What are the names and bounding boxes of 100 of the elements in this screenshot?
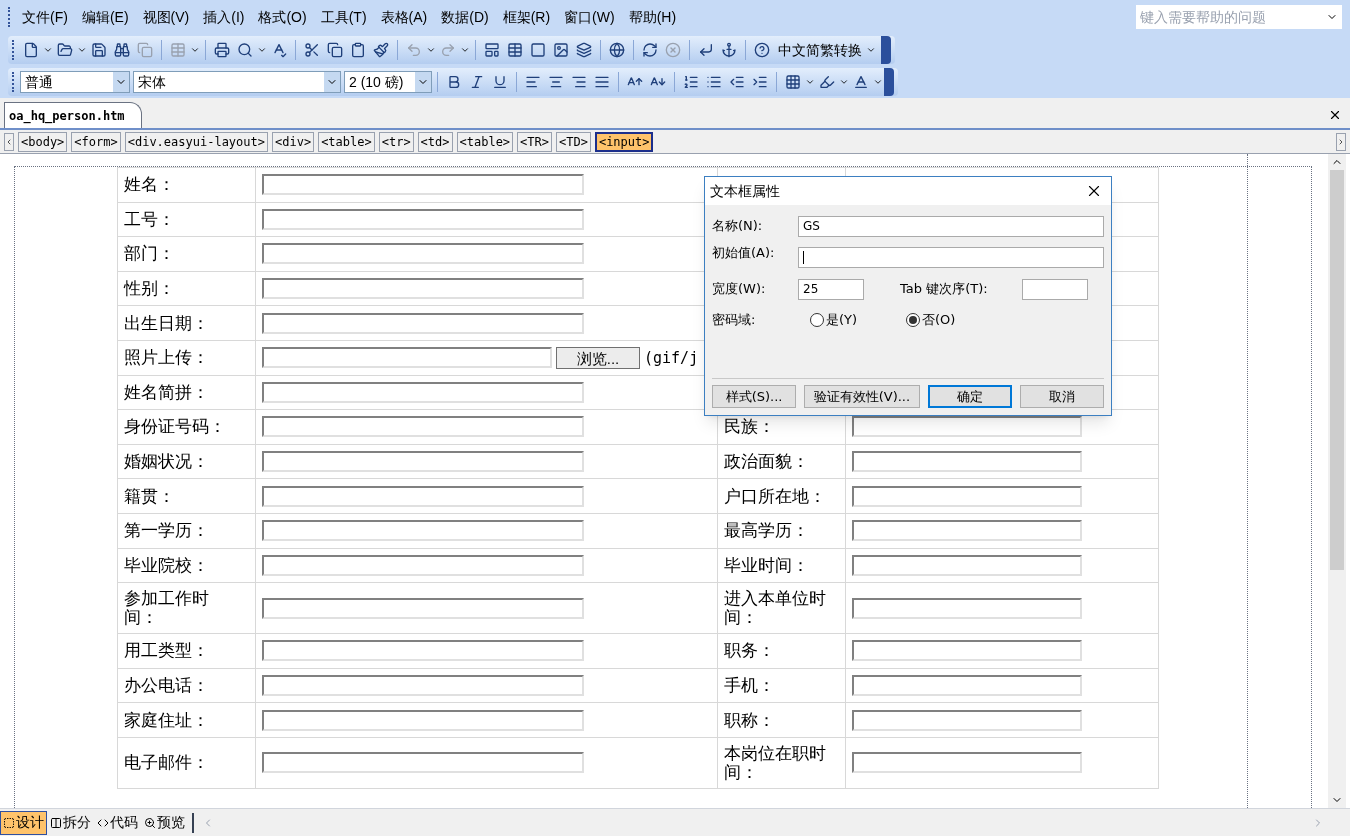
radio-icon[interactable] bbox=[906, 313, 920, 327]
toolbar-options-handle[interactable] bbox=[884, 68, 894, 96]
caret-icon[interactable] bbox=[257, 45, 267, 55]
radio-icon[interactable] bbox=[810, 313, 824, 327]
menu-item[interactable]: 格式(O) bbox=[251, 6, 314, 28]
name-field[interactable]: GS bbox=[798, 215, 1104, 237]
menu-item[interactable]: 工具(T) bbox=[313, 6, 374, 28]
field-label: 部门： bbox=[124, 244, 176, 264]
text-input-field[interactable] bbox=[262, 312, 584, 334]
style-dropdown[interactable]: 普通 bbox=[20, 71, 130, 93]
text-input-field[interactable] bbox=[262, 278, 584, 300]
scroll-left-icon[interactable] bbox=[4, 132, 14, 151]
help-search-field[interactable]: 键入需要帮助的问题 bbox=[1136, 5, 1342, 29]
caret-icon[interactable] bbox=[460, 45, 470, 55]
tag-selector[interactable]: <tr> bbox=[378, 131, 414, 152]
text-input-field[interactable] bbox=[262, 597, 584, 619]
text-input-field[interactable] bbox=[262, 675, 584, 696]
field-label: 密码域: bbox=[712, 311, 757, 330]
field-label: 出生日期： bbox=[124, 313, 210, 333]
tag-selector[interactable]: <TD> bbox=[556, 131, 591, 152]
field-label: 政治面貌： bbox=[724, 452, 809, 472]
text-input-field[interactable] bbox=[852, 554, 1082, 576]
text-input-field[interactable] bbox=[852, 752, 1082, 774]
tag-selector[interactable]: <form> bbox=[71, 131, 121, 152]
text-input-field[interactable] bbox=[262, 174, 584, 196]
text-input-field[interactable] bbox=[852, 709, 1082, 731]
field-label: 参加工作时间： bbox=[124, 588, 210, 630]
tag-selector[interactable]: <TR> bbox=[517, 131, 552, 152]
caret-icon[interactable] bbox=[77, 45, 87, 55]
tab-order-field[interactable] bbox=[1022, 278, 1088, 300]
text-input-field[interactable] bbox=[262, 752, 584, 774]
field-label: 进入本单位时间： bbox=[724, 589, 826, 628]
text-input-field[interactable] bbox=[262, 554, 584, 576]
view-tab[interactable]: 设计 bbox=[0, 810, 47, 835]
tag-selector[interactable]: <div> bbox=[272, 131, 315, 152]
dialog-button[interactable]: 取消 bbox=[1019, 385, 1104, 408]
view-tab[interactable]: 预览 bbox=[141, 810, 188, 835]
tag-selector[interactable]: <td> bbox=[417, 131, 453, 152]
menu-item[interactable]: 帮助(H) bbox=[621, 6, 684, 28]
caret-icon[interactable] bbox=[805, 77, 815, 87]
tag-selector[interactable]: <table> bbox=[318, 131, 375, 152]
text-input-field[interactable] bbox=[852, 520, 1082, 542]
dialog-button[interactable]: 确定 bbox=[927, 385, 1012, 408]
view-icon bbox=[50, 816, 62, 829]
tag-selector[interactable]: <body> bbox=[18, 131, 68, 152]
text-input-field[interactable] bbox=[262, 381, 584, 403]
scroll-right-icon[interactable] bbox=[1336, 132, 1346, 151]
document-tab[interactable]: oa_hq_person.htm bbox=[4, 102, 142, 128]
text-input-field[interactable] bbox=[852, 640, 1082, 662]
initial-value-field[interactable] bbox=[798, 247, 1104, 268]
toolbar-options-handle[interactable] bbox=[881, 36, 891, 64]
text-input-field[interactable] bbox=[262, 520, 584, 542]
scrollbar-thumb[interactable] bbox=[1330, 170, 1344, 570]
browse-button[interactable]: 浏览... bbox=[556, 346, 640, 369]
text-input-field[interactable] bbox=[262, 640, 584, 662]
caret-icon[interactable] bbox=[866, 45, 876, 55]
menu-item[interactable]: 视图(V) bbox=[135, 6, 197, 28]
caret-icon[interactable] bbox=[426, 45, 436, 55]
view-tab[interactable]: 代码 bbox=[94, 810, 141, 835]
caret-icon[interactable] bbox=[190, 45, 200, 55]
text-input-field[interactable] bbox=[852, 416, 1082, 438]
text-input-field[interactable] bbox=[262, 709, 584, 731]
text-input-field[interactable] bbox=[852, 485, 1082, 507]
text-input-field[interactable] bbox=[852, 597, 1082, 619]
text-input-field[interactable] bbox=[852, 675, 1082, 696]
font-dropdown[interactable]: 宋体 bbox=[133, 71, 341, 93]
size-dropdown[interactable]: 2 (10 磅) bbox=[344, 71, 432, 93]
field-label: 最高学历： bbox=[724, 521, 809, 541]
width-field[interactable]: 25 bbox=[798, 278, 864, 300]
tag-selector[interactable]: <div.easyui-layout> bbox=[124, 131, 268, 152]
menu-item[interactable]: 表格(A) bbox=[373, 6, 435, 28]
menu-item[interactable]: 插入(I) bbox=[196, 6, 252, 28]
field-label: 办公电话： bbox=[124, 676, 210, 695]
dialog-button[interactable]: 样式(S)... bbox=[712, 385, 797, 408]
menu-item[interactable]: 数据(D) bbox=[434, 6, 496, 28]
caret-icon[interactable] bbox=[43, 45, 53, 55]
menu-item[interactable]: 编辑(E) bbox=[74, 6, 136, 28]
text-input-field[interactable] bbox=[262, 243, 584, 265]
radio-option[interactable]: 是(Y) bbox=[810, 310, 906, 330]
tag-selector[interactable]: <input> bbox=[594, 131, 654, 152]
tag-selector[interactable]: <table> bbox=[456, 131, 514, 152]
menu-item[interactable]: 框架(R) bbox=[495, 6, 558, 28]
convert-button[interactable]: 中文简繁转换 bbox=[774, 39, 880, 61]
caret-icon[interactable] bbox=[839, 77, 849, 87]
field-label: 姓名： bbox=[124, 175, 176, 195]
text-input-field[interactable] bbox=[262, 451, 584, 473]
file-path-field[interactable] bbox=[262, 347, 552, 369]
view-tab[interactable]: 拆分 bbox=[47, 810, 94, 835]
menu-item[interactable]: 窗口(W) bbox=[557, 6, 622, 28]
caret-icon[interactable] bbox=[873, 77, 883, 87]
menu-item[interactable]: 文件(F) bbox=[15, 6, 75, 28]
radio-option[interactable]: 否(O) bbox=[906, 310, 956, 330]
text-input-field[interactable] bbox=[262, 416, 584, 438]
text-input-field[interactable] bbox=[262, 485, 584, 507]
dialog-button[interactable]: 验证有效性(V)... bbox=[804, 385, 920, 408]
text-input-field[interactable] bbox=[852, 451, 1082, 473]
text-input-field[interactable] bbox=[262, 208, 584, 230]
field-label: 民族： bbox=[724, 417, 775, 437]
vertical-scrollbar[interactable] bbox=[1328, 154, 1346, 808]
close-icon[interactable] bbox=[1328, 108, 1342, 122]
